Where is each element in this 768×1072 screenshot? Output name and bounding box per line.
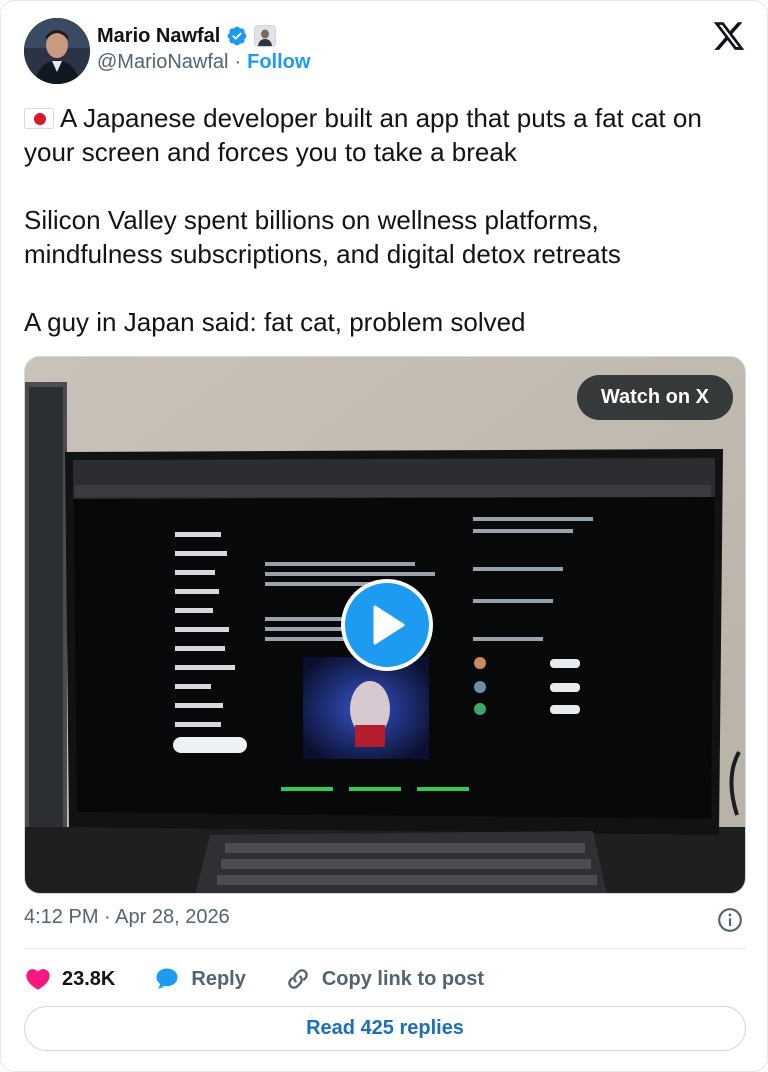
tweet-card: Mario Nawfal @MarioNawfal · Follow A Jap… (0, 0, 768, 1072)
x-logo-icon[interactable] (711, 19, 747, 53)
japan-flag-icon (24, 108, 54, 129)
like-count: 23.8K (62, 967, 116, 990)
handle-separator: · (234, 51, 242, 73)
avatar[interactable] (24, 18, 90, 84)
link-icon (288, 969, 308, 989)
copy-link-button[interactable]: Copy link to post (284, 965, 484, 993)
video-player[interactable]: Watch on X (24, 356, 746, 894)
verified-badge-icon (227, 26, 247, 46)
author-handle-row: @MarioNawfal · Follow (97, 51, 310, 74)
reply-bubble-icon (156, 968, 178, 989)
author-handle[interactable]: @MarioNawfal (97, 51, 228, 74)
like-button[interactable]: 23.8K (24, 965, 115, 993)
watch-on-x-button[interactable]: Watch on X (576, 375, 733, 420)
reply-button[interactable]: Reply (153, 965, 246, 993)
play-icon (373, 605, 405, 645)
author-name-row: Mario Nawfal (97, 21, 277, 51)
divider (24, 948, 746, 949)
affiliate-badge-icon (254, 25, 277, 47)
reply-label: Reply (191, 967, 246, 990)
info-icon[interactable] (717, 907, 743, 933)
play-button[interactable] (341, 579, 433, 671)
copy-link-label: Copy link to post (321, 967, 485, 990)
post-timestamp[interactable]: 4:12 PM · Apr 28, 2026 (24, 906, 230, 929)
tweet-text: A Japanese developer built an app that p… (24, 101, 744, 339)
action-bar: 23.8K Reply Copy link to post (24, 961, 522, 997)
heart-icon (26, 969, 50, 990)
follow-button[interactable]: Follow (247, 51, 310, 74)
read-replies-button[interactable]: Read 425 replies (24, 1006, 746, 1051)
author-display-name[interactable]: Mario Nawfal (97, 25, 220, 48)
tweet-body: A Japanese developer built an app that p… (24, 103, 702, 337)
